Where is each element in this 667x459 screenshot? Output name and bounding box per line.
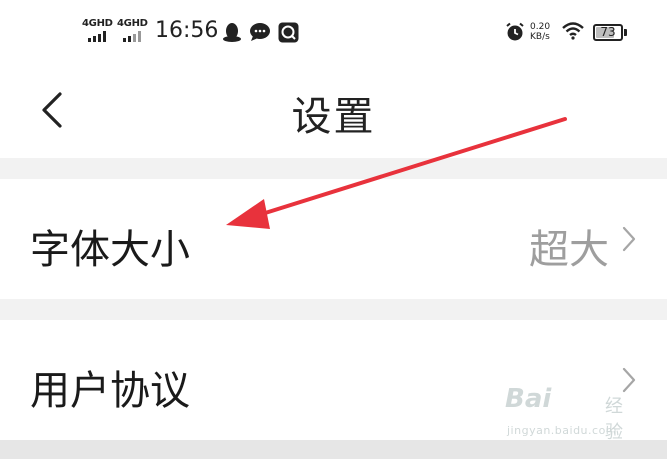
watermark-url: jingyan.baidu.com [507,424,618,437]
chat-bubble-icon [250,23,270,41]
alarm-icon [506,22,524,41]
nav-bar: 设置 [0,66,667,158]
chevron-right-icon [622,226,636,252]
qq-penguin-icon [223,23,241,42]
font-size-setting-row[interactable]: 字体大小 超大 [0,179,667,299]
status-bar: 4GHD 4GHD 16:56 0.20 KB/s 73 [0,0,667,66]
signal-label: 4GHD [117,18,148,29]
user-agreement-label: 用户协议 [30,368,190,414]
signal-strength-sim1: 4GHD [82,18,113,44]
watermark-brand: Bai [505,384,552,414]
settings-screen: 4GHD 4GHD 16:56 0.20 KB/s 73 设置 字体大小 超大 … [0,0,667,459]
battery-level: 73 [600,25,616,39]
network-speed-unit: KB/s [530,32,550,42]
font-size-value: 超大 [529,227,609,273]
signal-bars-icon [88,31,110,42]
battery-icon: 73 [593,24,623,41]
network-speed-value: 0.20 [530,22,551,32]
status-time: 16:56 [155,18,219,43]
signal-label: 4GHD [82,18,113,29]
signal-strength-sim2: 4GHD [117,18,148,44]
page-title: 设置 [291,94,376,140]
signal-bars-icon [123,31,145,42]
font-size-label: 字体大小 [30,227,190,273]
baidu-watermark: Bai 经验 jingyan.baidu.com [505,384,635,444]
network-speed: 0.20 KB/s [530,22,550,42]
search-app-icon [278,22,299,43]
wifi-icon [562,22,584,40]
battery-tip [624,29,627,36]
